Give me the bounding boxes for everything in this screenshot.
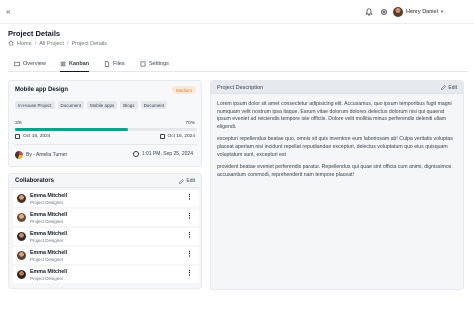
progress-fill: [15, 128, 128, 131]
tag: In-House Project: [15, 101, 55, 109]
start-date: Oct 16, 2024: [15, 134, 50, 139]
tab-bar: Overview Kanban Files Settings: [8, 56, 468, 72]
edit-icon: [179, 178, 185, 184]
more-options-icon[interactable]: ⋮: [186, 194, 193, 202]
breadcrumb-current: Project Details: [71, 41, 107, 47]
author-text: By - Amelia Turner: [26, 152, 68, 158]
progress-count: 3/6: [15, 121, 22, 126]
edit-icon: [441, 85, 447, 90]
collaborator-role: Project Designer: [30, 238, 64, 243]
tag-list: In-House Project Document Mobile apps Bl…: [15, 101, 168, 109]
collaborator-row[interactable]: Emma Mitchell Project Designer ⋮: [13, 190, 199, 207]
timestamp-text: 1:01 PM, Sep 25, 2024: [141, 151, 193, 157]
description-body: Lorem ipsum dolor sit amet consectetur a…: [217, 101, 453, 184]
edit-collaborators-button[interactable]: Edit: [179, 178, 195, 184]
kanban-icon: [60, 61, 66, 66]
file-icon: [104, 61, 110, 67]
edit-label: Edit: [186, 178, 195, 184]
breadcrumb: Home / All Project / Project Details: [8, 40, 107, 48]
page-title: Project Details: [8, 29, 61, 38]
avatar: [15, 151, 23, 159]
collaborator-row[interactable]: Emma Mitchell Project Designer ⋮: [13, 228, 199, 245]
tab-overview[interactable]: Overview: [14, 56, 46, 72]
tab-kanban[interactable]: Kanban: [60, 56, 90, 72]
collaborators-card: Collaborators Edit Emma Mitchell Project…: [8, 173, 202, 289]
clock-icon: [132, 151, 139, 157]
task-title: Mobile app Design: [15, 87, 69, 93]
collaborator-row[interactable]: Emma Mitchell Project Designer ⋮: [13, 209, 199, 226]
start-date-text: Oct 16, 2024: [23, 134, 51, 139]
more-options-icon[interactable]: ⋮: [186, 251, 193, 259]
breadcrumb-separator: /: [34, 41, 37, 47]
divider: [15, 144, 197, 145]
collaborator-role: Project Designer: [30, 200, 64, 205]
avatar: [17, 194, 26, 203]
tag: Document: [57, 101, 85, 109]
avatar: [17, 213, 26, 222]
progress-percent: 70%: [185, 121, 195, 126]
gear-icon[interactable]: [379, 7, 388, 16]
collaborator-name: Emma Mitchell: [30, 250, 68, 256]
tab-label: Files: [113, 61, 125, 67]
more-options-icon[interactable]: ⋮: [186, 232, 193, 240]
edit-label: Edit: [448, 84, 457, 91]
collaborator-name: Emma Mitchell: [30, 231, 68, 237]
home-icon: [8, 40, 14, 48]
collapse-sidebar-icon[interactable]: «: [6, 7, 10, 16]
project-description-card: Project Description Edit Lorem ipsum dol…: [210, 80, 464, 290]
author: By - Amelia Turner: [15, 151, 67, 159]
tag: Document: [140, 101, 168, 109]
breadcrumb-home[interactable]: Home: [17, 41, 32, 47]
description-title: Project Description: [217, 84, 264, 91]
collaborator-name: Emma Mitchell: [30, 212, 68, 218]
description-paragraph: Lorem ipsum dolor sit amet consectetur a…: [217, 101, 452, 130]
overview-icon: [14, 61, 20, 67]
collaborator-role: Project Designer: [30, 257, 64, 262]
collaborator-row[interactable]: Emma Mitchell Project Designer ⋮: [13, 266, 199, 283]
tab-label: Kanban: [69, 60, 90, 67]
progress-bar: [15, 128, 197, 131]
collaborator-role: Project Designer: [30, 276, 64, 281]
collaborator-row[interactable]: Emma Mitchell Project Designer ⋮: [13, 247, 199, 264]
breadcrumb-separator: /: [66, 41, 69, 47]
calendar-icon: [15, 134, 20, 139]
user-name: Henry Daniel: [406, 9, 438, 15]
tab-label: Settings: [149, 61, 169, 67]
tab-settings[interactable]: Settings: [140, 56, 169, 72]
settings-icon: [140, 61, 146, 67]
edit-description-button[interactable]: Edit: [441, 85, 457, 91]
avatar: [17, 270, 26, 279]
avatar: [17, 232, 26, 241]
collaborators-header: Collaborators Edit: [9, 174, 201, 188]
tag: Blogs: [120, 101, 138, 109]
tab-files[interactable]: Files: [104, 56, 125, 72]
timestamp: 1:01 PM, Sep 25, 2024: [132, 151, 193, 157]
task-card[interactable]: Mobile app Design Medium In-House Projec…: [8, 80, 202, 167]
tag: Mobile apps: [87, 101, 118, 109]
description-header: Project Description Edit: [211, 81, 463, 94]
collaborator-name: Emma Mitchell: [30, 269, 68, 275]
more-options-icon[interactable]: ⋮: [186, 270, 193, 278]
more-options-icon[interactable]: ⋮: [186, 213, 193, 221]
tab-label: Overview: [23, 61, 46, 67]
user-menu[interactable]: Henry Daniel ▾: [393, 5, 443, 19]
collaborators-title: Collaborators: [15, 178, 55, 184]
collaborator-role: Project Designer: [30, 219, 64, 224]
collaborator-name: Emma Mitchell: [30, 193, 68, 199]
description-paragraph: provident beatae eveniet perferendis par…: [217, 164, 452, 178]
end-date-text: Oct 16, 2024: [167, 134, 195, 139]
avatar: [17, 251, 26, 260]
priority-badge: Medium: [171, 86, 196, 94]
calendar-icon: [159, 134, 165, 139]
description-paragraph: excepturi repellendus beatae quo, omnis …: [217, 136, 453, 158]
end-date: Oct 16, 2024: [159, 134, 195, 139]
top-bar: « Henry Daniel ▾: [0, 0, 474, 24]
bell-icon[interactable]: [364, 7, 373, 16]
avatar: [393, 7, 403, 17]
breadcrumb-all-project[interactable]: All Project: [39, 41, 64, 47]
chevron-down-icon: ▾: [440, 9, 444, 15]
